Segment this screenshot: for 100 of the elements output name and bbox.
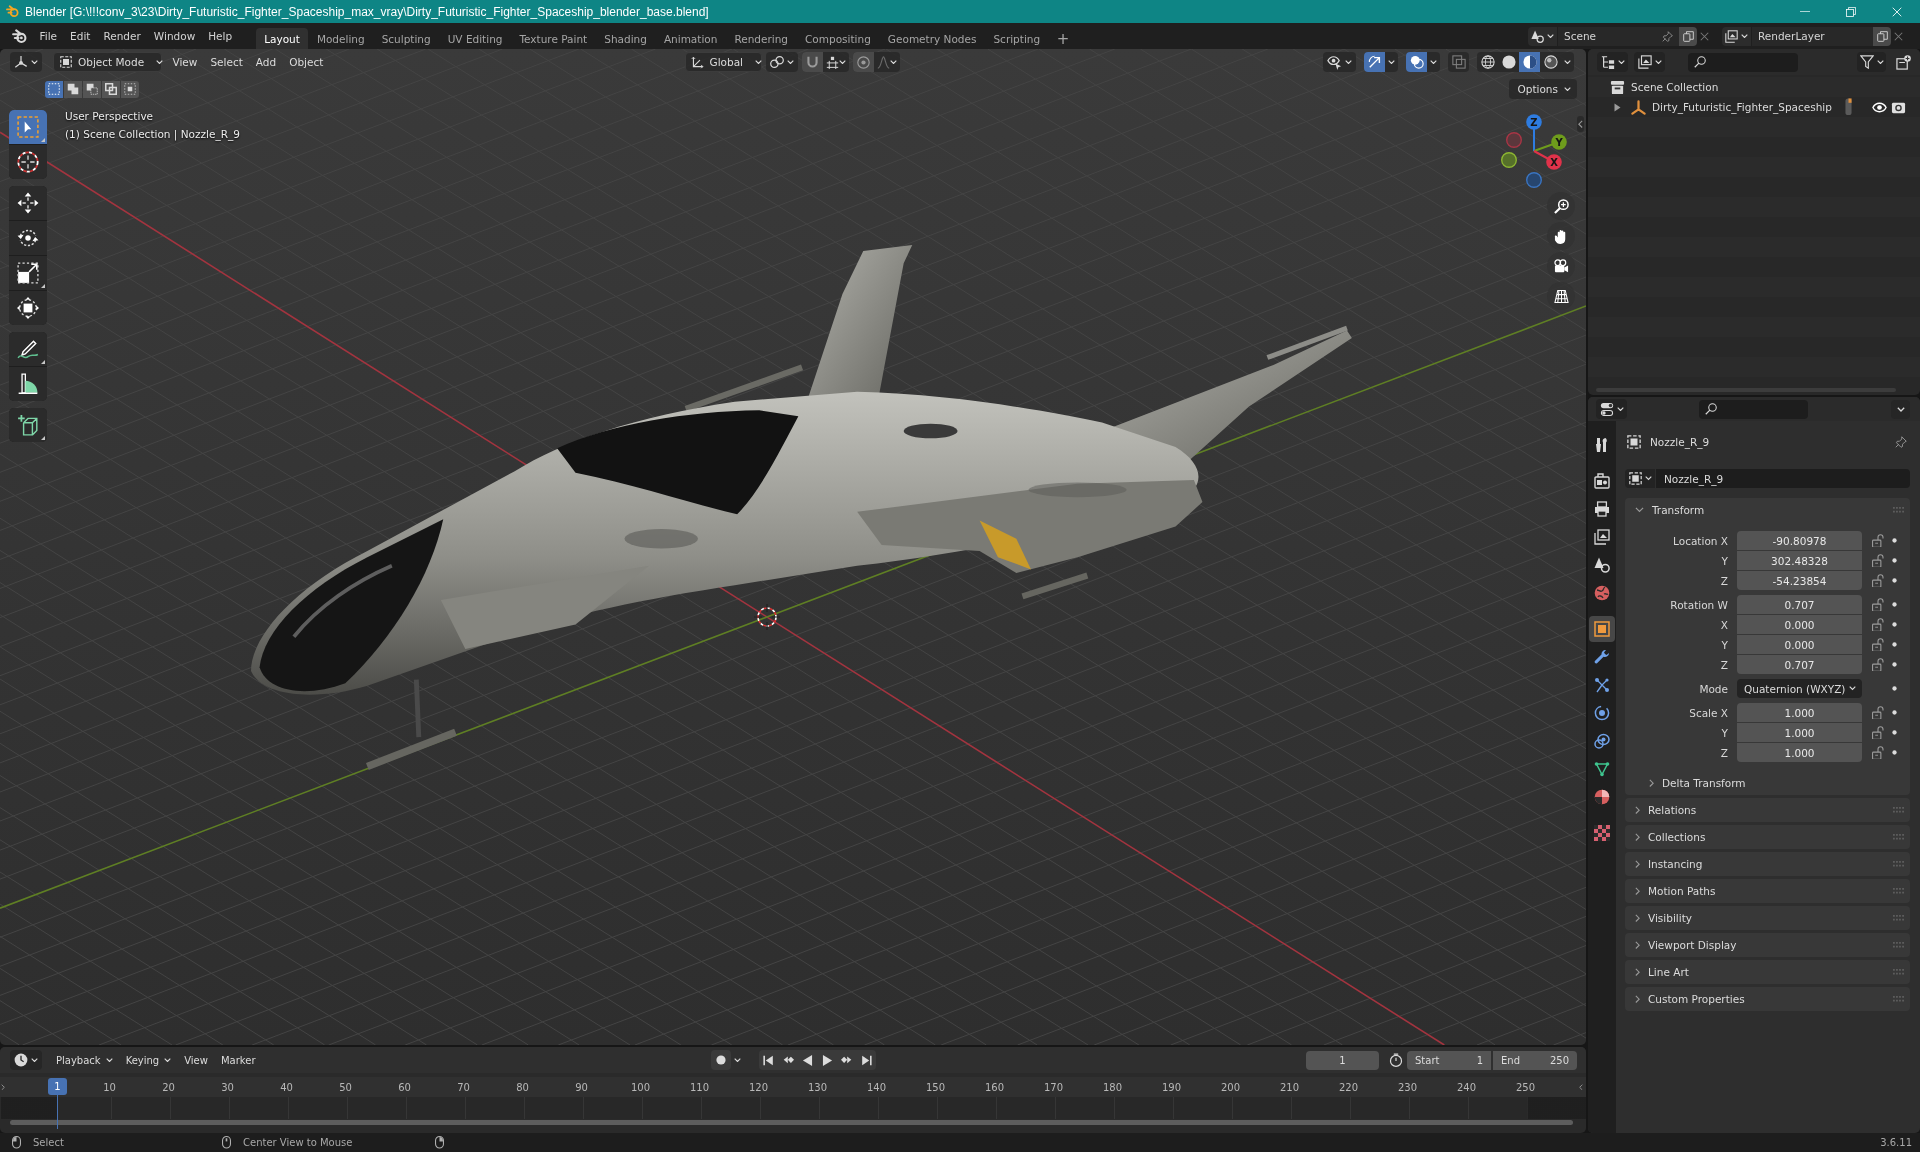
image-stack-icon[interactable] — [1725, 29, 1738, 43]
workspace-tab[interactable]: Layout — [255, 28, 309, 49]
chevron-right-icon[interactable] — [1635, 967, 1640, 977]
chevron-down-icon[interactable] — [1635, 507, 1644, 513]
caret-icon[interactable] — [1741, 33, 1748, 39]
drag-handle-icon[interactable] — [1893, 888, 1904, 894]
playhead[interactable]: 1 — [48, 1078, 67, 1095]
menu-item[interactable]: View — [166, 52, 204, 72]
particles-icon[interactable] — [1594, 677, 1610, 693]
number-field[interactable]: 302.48328 — [1737, 551, 1862, 570]
axes-icon[interactable] — [14, 55, 28, 69]
menu-item[interactable]: Object — [282, 52, 330, 72]
add-workspace-button[interactable]: + — [1048, 28, 1078, 49]
negative-x-axis-handle[interactable] — [1506, 132, 1522, 148]
chain-link-icon[interactable] — [1594, 733, 1610, 749]
dot-icon[interactable] — [1892, 538, 1897, 543]
measure-tool[interactable] — [9, 367, 47, 401]
menu-item[interactable]: Help — [201, 26, 239, 46]
visibility-dropdown[interactable] — [1323, 52, 1356, 72]
number-field[interactable]: 0.707 — [1737, 595, 1862, 614]
drag-handle-icon[interactable] — [1893, 507, 1904, 513]
3d-cursor-icon[interactable] — [753, 603, 781, 631]
caret-icon[interactable] — [164, 1057, 172, 1063]
start-frame-field[interactable]: Start 1 — [1407, 1050, 1491, 1070]
caret-icon[interactable] — [1616, 406, 1624, 412]
unlocked-padlock-icon[interactable] — [1872, 617, 1884, 632]
image-stack-icon[interactable] — [1637, 55, 1652, 69]
sidebar-toggle[interactable] — [1577, 116, 1584, 132]
editor-type-dropdown[interactable] — [1596, 399, 1627, 419]
workspace-tab[interactable]: Animation — [655, 28, 726, 49]
pin-icon[interactable] — [1662, 30, 1673, 42]
y-axis-handle[interactable]: Y — [1533, 134, 1567, 152]
caret-icon[interactable] — [31, 1057, 38, 1063]
transform-tool[interactable] — [9, 291, 47, 325]
select-box-icon[interactable] — [17, 116, 39, 138]
list-tree-icon[interactable] — [1600, 55, 1615, 69]
options-dropdown[interactable]: Options — [1509, 79, 1577, 99]
number-field[interactable]: 0.707 — [1737, 655, 1862, 674]
subpanel-header[interactable]: Delta Transform — [1625, 773, 1910, 793]
search-field[interactable] — [1688, 52, 1798, 72]
caret-icon[interactable] — [105, 1057, 113, 1063]
display-mode-dropdown[interactable] — [1597, 52, 1628, 72]
drag-handle-icon[interactable] — [1893, 915, 1904, 921]
editor-type-dropdown[interactable] — [10, 1050, 42, 1070]
caret-icon[interactable] — [1617, 59, 1625, 65]
caret-icon[interactable] — [1876, 59, 1884, 65]
new-scene-button[interactable] — [1679, 26, 1697, 46]
printer-icon[interactable] — [1594, 501, 1610, 517]
end-frame-field[interactable]: End 250 — [1493, 1050, 1577, 1070]
object-icon[interactable] — [60, 56, 72, 68]
globe-icon[interactable] — [1594, 585, 1610, 601]
unlocked-padlock-icon[interactable] — [1872, 533, 1884, 548]
wrench-icon[interactable] — [1594, 649, 1610, 665]
chevron-right-icon[interactable] — [1635, 886, 1640, 896]
material-sphere-icon[interactable] — [1594, 789, 1610, 805]
panel-header[interactable]: Relations — [1625, 798, 1910, 822]
scene-icon[interactable] — [1594, 557, 1610, 573]
pencil-icon[interactable] — [17, 338, 39, 360]
move-icon[interactable] — [17, 192, 39, 214]
panel-header[interactable]: Line Art — [1625, 960, 1910, 984]
object-browse-dropdown[interactable] — [1625, 469, 1655, 488]
annotate-tool[interactable] — [9, 332, 47, 366]
caret-icon[interactable] — [1849, 686, 1856, 691]
panel-header[interactable]: Motion Paths — [1625, 879, 1910, 903]
tree-item[interactable]: Dirty_Futuristic_Fighter_Spaceship — [1588, 97, 1920, 117]
dot-icon[interactable] — [1892, 622, 1897, 627]
chevron-right-icon[interactable] — [1635, 913, 1640, 923]
workspace-tab[interactable]: Modeling — [308, 28, 374, 49]
workspace-tab[interactable]: Rendering — [725, 28, 797, 49]
menu-item[interactable]: Window — [147, 26, 202, 46]
caret-icon[interactable] — [786, 59, 794, 65]
unlocked-padlock-icon[interactable] — [1872, 705, 1884, 720]
restore-icon[interactable] — [1846, 6, 1856, 17]
object-name-field[interactable]: Nozzle_R_9 — [1656, 469, 1910, 488]
panel-header[interactable]: Custom Properties — [1625, 987, 1910, 1011]
record-button[interactable] — [711, 1050, 731, 1070]
next-keyframe-icon[interactable] — [841, 1055, 853, 1065]
caret-icon[interactable] — [1896, 406, 1905, 412]
x-axis-handle[interactable]: X — [1533, 150, 1562, 170]
dot-icon[interactable] — [1892, 710, 1897, 715]
menu-item[interactable]: Select — [203, 52, 250, 72]
caret-icon[interactable] — [31, 59, 38, 65]
menu-item[interactable]: Edit — [63, 26, 97, 46]
scale-icon[interactable] — [17, 262, 39, 284]
unlocked-padlock-icon[interactable] — [1872, 745, 1884, 760]
record-icon[interactable] — [716, 1055, 726, 1065]
caret-icon[interactable] — [1430, 59, 1437, 65]
number-field[interactable]: -54.23854 — [1737, 571, 1862, 590]
chevron-right-icon[interactable] — [1635, 859, 1640, 869]
linked-rings-icon[interactable] — [769, 55, 784, 69]
caret-icon[interactable] — [1564, 59, 1571, 65]
previous-keyframe-icon[interactable] — [782, 1055, 794, 1065]
eye-pointer-icon[interactable] — [1327, 54, 1342, 70]
chevron-left-icon[interactable] — [1578, 119, 1583, 129]
properties-tab[interactable] — [1589, 616, 1615, 642]
menu-item[interactable]: View — [179, 1050, 213, 1070]
new-view-layer-button[interactable] — [1873, 26, 1891, 46]
chevron-right-icon[interactable] — [1635, 832, 1640, 842]
tree-item[interactable]: Scene Collection — [1588, 77, 1920, 97]
caret-icon[interactable] — [1644, 476, 1652, 481]
